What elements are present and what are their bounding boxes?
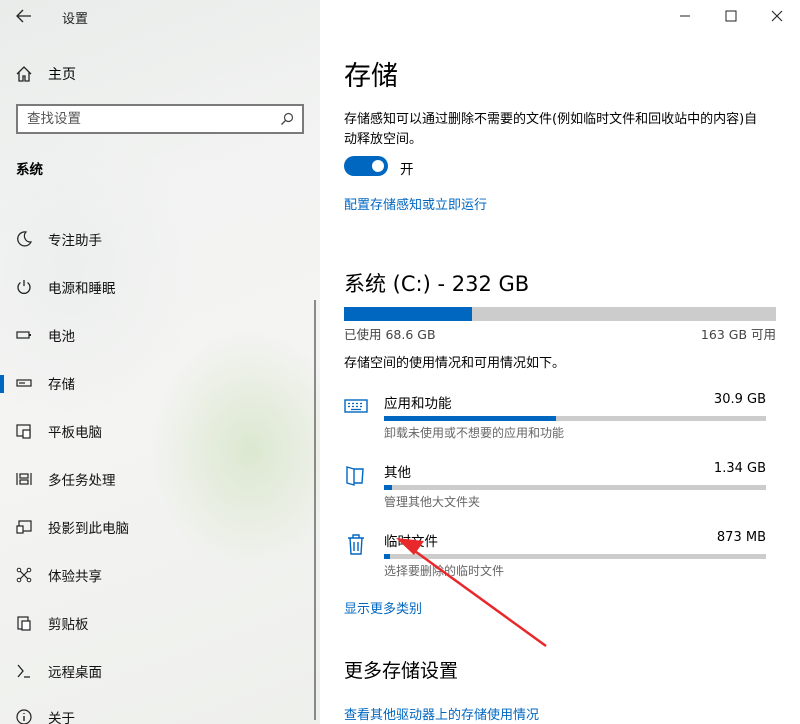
maximize-button[interactable]: [708, 0, 754, 32]
home-icon: [16, 66, 32, 82]
sidebar-item-label: 剪贴板: [48, 617, 89, 633]
sidebar-item-remote-desktop[interactable]: 远程桌面: [0, 654, 320, 688]
tablet-icon: [14, 421, 34, 441]
sidebar-item-home[interactable]: 主页: [14, 62, 76, 86]
sidebar-item-project[interactable]: 投影到此电脑: [0, 510, 320, 544]
window-title: 设置: [62, 12, 89, 27]
info-icon: [14, 707, 34, 724]
search-box[interactable]: [16, 104, 304, 134]
sidebar-item-label: 主页: [48, 67, 76, 83]
sidebar-item-label: 多任务处理: [48, 473, 116, 489]
back-button[interactable]: [10, 4, 38, 28]
sidebar-item-label: 电源和睡眠: [48, 281, 116, 297]
storage-sense-toggle[interactable]: [344, 156, 388, 176]
category-apps-features[interactable]: 应用和功能 30.9 GB 卸载未使用或不想要的应用和功能: [344, 392, 776, 452]
sidebar-item-battery[interactable]: 电池: [0, 318, 320, 352]
main-content: 存储 存储感知可以通过删除不需要的文件(例如临时文件和回收站中的内容)自动释放空…: [320, 0, 800, 724]
category-size: 1.34 GB: [713, 461, 766, 476]
category-subtitle: 管理其他大文件夹: [384, 495, 481, 509]
storage-icon: [14, 373, 34, 393]
configure-storage-sense-link[interactable]: 配置存储感知或立即运行: [344, 194, 487, 213]
maximize-icon: [725, 10, 737, 22]
battery-icon: [14, 325, 34, 345]
category-name: 其他: [384, 465, 411, 481]
usage-description: 存储空间的使用情况和可用情况如下。: [344, 356, 566, 371]
more-storage-settings-heading: 更多存储设置: [344, 660, 459, 682]
page-title: 存储: [344, 61, 398, 92]
close-icon: [771, 10, 783, 22]
category-usage-bar: [384, 554, 766, 559]
sidebar-item-label: 专注助手: [48, 233, 102, 249]
sidebar-item-label: 电池: [48, 329, 75, 345]
sidebar-item-label: 存储: [48, 377, 75, 393]
drive-usage-bar: [344, 307, 776, 321]
sidebar-item-label: 关于: [48, 711, 75, 724]
category-usage-bar: [384, 416, 766, 421]
sidebar-item-shared-experiences[interactable]: 体验共享: [0, 558, 320, 592]
minimize-icon: [680, 15, 690, 17]
category-size: 873 MB: [716, 530, 766, 545]
close-button[interactable]: [754, 0, 800, 32]
search-icon[interactable]: [280, 112, 294, 126]
project-icon: [14, 517, 34, 537]
sidebar-item-about[interactable]: 关于: [0, 700, 320, 724]
category-usage-fill: [384, 554, 391, 559]
category-subtitle: 卸载未使用或不想要的应用和功能: [384, 426, 565, 440]
sidebar-item-clipboard[interactable]: 剪贴板: [0, 606, 320, 640]
moon-icon: [14, 229, 34, 249]
back-arrow-icon: [16, 9, 31, 23]
trash-icon: [348, 534, 364, 555]
sidebar-item-storage[interactable]: 存储: [0, 366, 320, 400]
free-space-label: 163 GB 可用: [700, 327, 776, 342]
sidebar-item-label: 平板电脑: [48, 425, 102, 441]
folder-icon: [346, 466, 364, 486]
drive-usage-fill: [344, 307, 472, 321]
sidebar-item-tablet[interactable]: 平板电脑: [0, 414, 320, 448]
show-more-categories-link[interactable]: 显示更多类别: [344, 598, 422, 617]
multitask-icon: [14, 469, 34, 489]
category-usage-bar: [384, 485, 766, 490]
sidebar-item-label: 投影到此电脑: [48, 521, 129, 537]
category-usage-fill: [384, 416, 556, 421]
keyboard-icon: [344, 399, 368, 413]
category-usage-fill: [384, 485, 392, 490]
toggle-knob: [372, 160, 384, 172]
drive-title: 系统 (C:) - 232 GB: [344, 272, 530, 296]
sidebar-item-label: 体验共享: [48, 569, 102, 585]
category-temp-files[interactable]: 临时文件 873 MB 选择要删除的临时文件: [344, 530, 776, 590]
category-size: 30.9 GB: [713, 392, 766, 407]
sidebar: 设置 主页 系统 专注助手 电源和睡眠 电池 存: [0, 0, 320, 724]
category-subtitle: 选择要删除的临时文件: [384, 564, 505, 578]
used-space-label: 已使用 68.6 GB: [344, 327, 436, 342]
clipboard-icon: [14, 613, 34, 633]
remote-desktop-icon: [14, 661, 34, 681]
category-name: 应用和功能: [384, 396, 452, 412]
share-icon: [14, 565, 34, 585]
sidebar-item-focus-assist[interactable]: 专注助手: [0, 222, 320, 256]
sidebar-scrollbar[interactable]: [314, 300, 316, 720]
other-drives-storage-link[interactable]: 查看其他驱动器上的存储使用情况: [344, 704, 539, 723]
search-input[interactable]: [27, 111, 267, 127]
sidebar-item-multitasking[interactable]: 多任务处理: [0, 462, 320, 496]
storage-sense-description: 存储感知可以通过删除不需要的文件(例如临时文件和回收站中的内容)自动释放空间。: [344, 112, 758, 147]
category-name: 临时文件: [384, 534, 438, 550]
category-other[interactable]: 其他 1.34 GB 管理其他大文件夹: [344, 461, 776, 521]
sidebar-item-label: 远程桌面: [48, 665, 102, 681]
minimize-button[interactable]: [662, 0, 708, 32]
section-title: 系统: [16, 162, 43, 178]
power-icon: [14, 277, 34, 297]
toggle-state-label: 开: [400, 162, 414, 178]
sidebar-item-power-sleep[interactable]: 电源和睡眠: [0, 270, 320, 304]
